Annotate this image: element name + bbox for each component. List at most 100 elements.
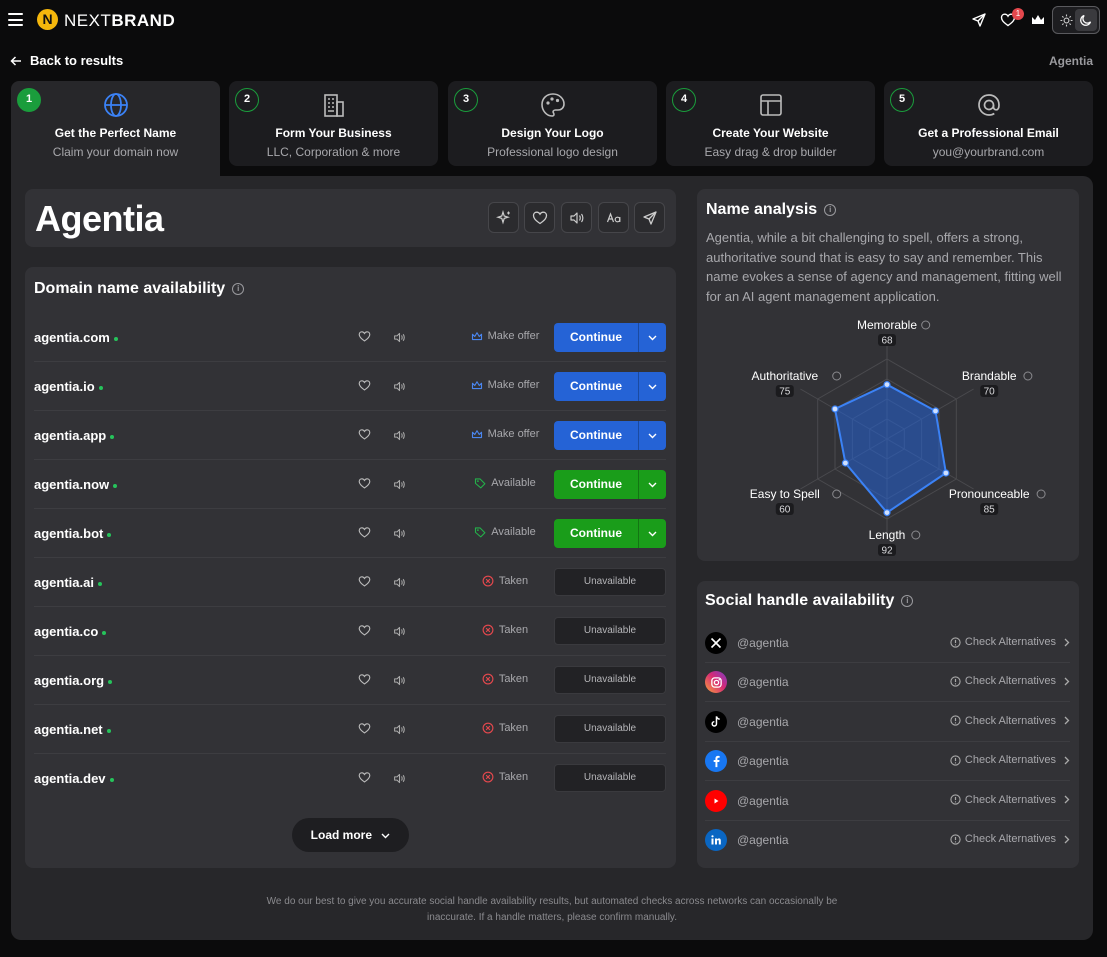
continue-options-dropdown[interactable] [638,323,666,352]
step-number: 5 [890,88,914,112]
logo-text[interactable]: NEXTBRAND [64,11,175,31]
step-title: Form Your Business [275,126,392,140]
heart-icon[interactable] [358,624,371,640]
continue-options-dropdown[interactable] [638,470,666,499]
domain-name[interactable]: agentia.ai [34,575,102,590]
continue-button[interactable]: Continue [554,470,666,499]
social-handle: @agentia [737,636,789,650]
domain-name[interactable]: agentia.net [34,722,111,737]
social-handle: @agentia [737,833,789,847]
check-alternatives-link[interactable]: Check Alternatives [950,833,1070,845]
heart-icon[interactable] [358,428,371,444]
social-handle: @agentia [737,754,789,769]
heart-icon[interactable] [358,330,371,346]
domain-name[interactable]: agentia.org [34,673,113,688]
step-tab-email[interactable]: 5 Get a Professional Email you@yourbrand… [884,81,1093,166]
step-number: 3 [454,88,478,112]
chevron-right-icon [1064,638,1070,646]
domain-name[interactable]: agentia.bot [34,526,112,541]
heart-icon[interactable] [358,526,371,542]
domain-name-text: agentia.co [34,624,99,639]
heart-icon[interactable] [358,477,371,493]
theme-dark-selected[interactable] [1075,9,1097,31]
back-to-results-link[interactable]: Back to results [10,53,123,68]
continue-options-dropdown[interactable] [638,519,666,548]
alert-circle-icon [950,676,961,687]
check-alternatives-label: Check Alternatives [964,675,1056,688]
domain-status[interactable]: Make offer [454,330,556,342]
speaker-icon[interactable] [393,674,406,690]
continue-button[interactable]: Continue [554,421,666,450]
speaker-icon[interactable] [393,527,406,543]
sun-icon[interactable] [1060,14,1073,27]
chevron-right-icon [1064,795,1070,804]
domain-status-label: Make offer [487,379,540,391]
step-tab-website[interactable]: 4 Create Your Website Easy drag & drop b… [666,81,875,166]
chevron-down-icon [648,384,657,390]
font-preview-button[interactable] [598,202,629,233]
analysis-text: Agentia, while a bit challenging to spel… [706,230,1062,304]
speaker-icon[interactable] [393,380,406,396]
speaker-icon[interactable] [393,429,406,445]
unavailable-button: Unavailable [554,568,666,596]
speaker-icon[interactable] [393,723,406,739]
step-tab-logo[interactable]: 3 Design Your Logo Professional logo des… [448,81,657,166]
check-alternatives-link[interactable]: Check Alternatives [950,636,1070,648]
generate-similar-button[interactable] [488,202,519,233]
check-alternatives-link[interactable]: Check Alternatives [950,794,1070,806]
info-icon[interactable]: i [901,595,914,607]
speaker-icon[interactable] [393,576,406,592]
domain-name[interactable]: agentia.io [34,379,103,394]
heart-icon[interactable] [358,771,371,787]
send-icon[interactable] [971,12,987,28]
radar-point [942,469,950,477]
crown-icon[interactable] [1030,12,1046,28]
domain-status[interactable]: Make offer [454,428,556,440]
social-handle: @agentia [737,714,789,729]
load-more-label: Load more [310,828,372,842]
check-alternatives-link[interactable]: Check Alternatives [950,715,1070,727]
chevron-down-icon [381,833,390,839]
logo-text-bold: BRAND [111,11,176,30]
speaker-icon[interactable] [393,625,406,641]
domain-name[interactable]: agentia.dev [34,771,114,786]
continue-button[interactable]: Continue [554,519,666,548]
speaker-icon[interactable] [393,331,406,347]
continue-button[interactable]: Continue [554,372,666,401]
info-icon[interactable]: i [824,204,837,216]
speaker-icon[interactable] [393,772,406,788]
domain-status[interactable]: Make offer [454,379,556,391]
domain-status[interactable]: Available [454,526,556,538]
favorite-button[interactable] [524,202,555,233]
continue-button[interactable]: Continue [554,323,666,352]
info-icon [1023,371,1033,381]
heart-icon[interactable] [358,379,371,395]
heart-icon[interactable] [358,722,371,738]
heart-icon[interactable] [358,673,371,689]
domain-name[interactable]: agentia.com [34,330,118,345]
crown-icon [471,331,483,342]
share-button[interactable] [634,202,665,233]
theme-toggle[interactable] [1052,6,1100,34]
domain-status[interactable]: Available [454,477,556,489]
info-icon[interactable]: i [232,283,245,295]
step-tab-name[interactable]: 1 Get the Perfect Name Claim your domain… [11,81,220,176]
speaker-icon[interactable] [393,478,406,494]
unavailable-button: Unavailable [554,666,666,694]
check-alternatives-link[interactable]: Check Alternatives [950,675,1070,687]
step-number: 4 [672,88,696,112]
domain-name[interactable]: agentia.now [34,477,118,492]
pronounce-button[interactable] [561,202,592,233]
heart-icon[interactable] [358,575,371,591]
menu-icon[interactable] [8,13,23,26]
check-alternatives-link[interactable]: Check Alternatives [950,754,1070,766]
continue-options-dropdown[interactable] [638,372,666,401]
step-tab-business[interactable]: 2 Form Your Business LLC, Corporation & … [229,81,438,166]
radar-axis-label: Memorable [857,319,917,332]
domain-name[interactable]: agentia.co [34,624,107,639]
load-more-button[interactable]: Load more [292,818,409,852]
info-icon [911,530,921,540]
domain-name[interactable]: agentia.app [34,428,115,443]
alert-circle-icon [950,794,961,805]
continue-options-dropdown[interactable] [638,421,666,450]
